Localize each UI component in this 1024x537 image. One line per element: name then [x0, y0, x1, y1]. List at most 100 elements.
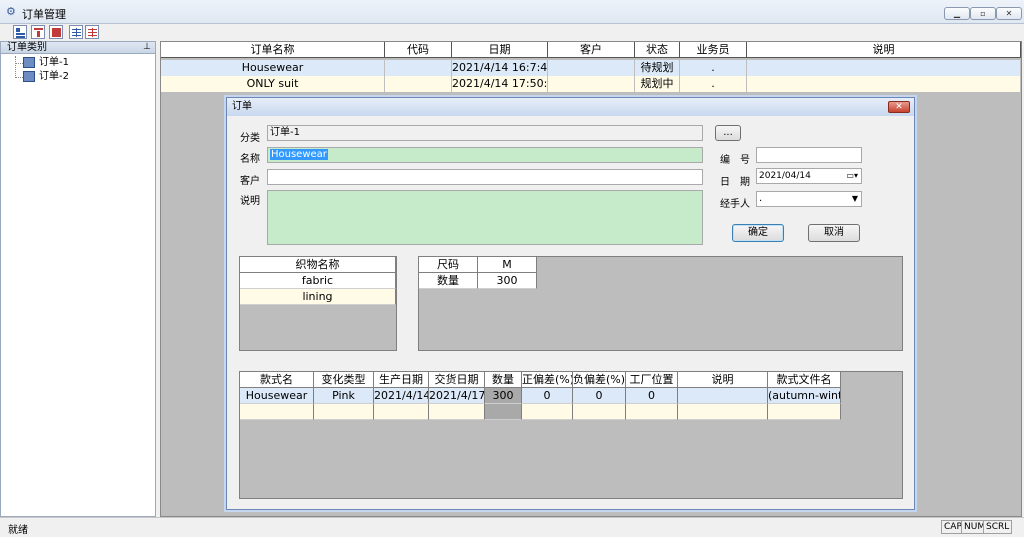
cell-status: 待规划 — [635, 60, 680, 76]
order-grid-header: 订单名称 代码 日期 客户 状态 业务员 说明 — [161, 42, 1021, 58]
report-icon[interactable] — [85, 25, 99, 39]
category-panel-header: 订单类别 ⊥ — [0, 41, 156, 54]
col-factory-location[interactable]: 工厂位置 — [626, 372, 678, 388]
col-style-name[interactable]: 款式名 — [240, 372, 314, 388]
date-value: 2021/04/14 — [759, 171, 811, 181]
col-quantity[interactable]: 数量 — [485, 372, 522, 388]
col-status[interactable]: 状态 — [635, 42, 680, 58]
cell-customer — [548, 76, 635, 92]
cell-salesman: . — [680, 76, 747, 92]
col-date[interactable]: 日期 — [452, 42, 548, 58]
col-variation-type[interactable]: 变化类型 — [314, 372, 374, 388]
size-grid: 尺码 M 数量 300 — [418, 256, 903, 351]
col-negative-tolerance[interactable]: 负偏差(%) — [573, 372, 626, 388]
folder-icon — [23, 70, 35, 82]
cell-style-name: Housewear — [240, 388, 314, 404]
status-text: 就绪 — [8, 525, 28, 536]
code-input[interactable] — [756, 147, 862, 163]
handler-select[interactable]: . ▼ — [756, 191, 862, 207]
cell-empty — [314, 404, 374, 420]
browse-category-button[interactable]: ... — [715, 125, 741, 141]
customer-input[interactable] — [267, 169, 703, 185]
cell-empty — [768, 404, 841, 420]
col-production-date[interactable]: 生产日期 — [374, 372, 429, 388]
grid-view-icon[interactable] — [69, 25, 83, 39]
name-input[interactable]: Housewear — [267, 147, 703, 163]
description-input[interactable] — [267, 190, 703, 245]
col-description[interactable]: 说明 — [747, 42, 1021, 58]
name-label: 名称 — [240, 154, 260, 165]
cell-variation-type: Pink — [314, 388, 374, 404]
tree-connector — [15, 63, 23, 64]
cancel-button[interactable]: 取消 — [808, 224, 860, 242]
col-order-name[interactable]: 订单名称 — [161, 42, 385, 58]
scrl-indicator: SCRL — [983, 520, 1013, 534]
pin-icon[interactable]: ⊥ — [143, 42, 151, 53]
tree-item-order-1[interactable]: 订单-1 — [23, 56, 69, 70]
cell-empty — [485, 404, 522, 420]
delete-category-icon[interactable] — [49, 25, 63, 39]
dialog-close-button[interactable]: ✕ — [888, 101, 910, 113]
table-row[interactable]: 数量 300 — [419, 273, 537, 289]
date-picker[interactable]: 2021/04/14 ▭▾ — [756, 168, 862, 184]
col-customer[interactable]: 客户 — [548, 42, 635, 58]
tree-item-order-2[interactable]: 订单-2 — [23, 70, 69, 84]
cell-fabric: fabric — [240, 273, 396, 289]
calendar-dropdown-icon[interactable]: ▭▾ — [846, 169, 858, 183]
customer-label: 客户 — [240, 176, 260, 187]
table-row[interactable]: Housewear 2021/4/14 16:7:48 待规划 . — [161, 60, 1021, 76]
col-fabric-name[interactable]: 织物名称 — [240, 257, 396, 273]
handler-label: 经手人 — [720, 199, 750, 210]
row-label-quantity: 数量 — [419, 273, 478, 289]
cell-order-name: Housewear — [161, 60, 385, 76]
cell-empty — [240, 404, 314, 420]
col-size-m[interactable]: M — [478, 257, 537, 273]
col-delivery-date[interactable]: 交货日期 — [429, 372, 485, 388]
table-row[interactable]: lining — [240, 289, 396, 305]
fabric-grid-header: 织物名称 — [240, 257, 396, 273]
table-row[interactable]: ONLY suit 2021/4/14 17:50:18 规划中 . — [161, 76, 1021, 92]
close-window-button[interactable]: ✕ — [996, 7, 1022, 20]
table-row[interactable]: fabric — [240, 273, 396, 289]
cell-production-date: 2021/4/14 — [374, 388, 429, 404]
tree-connector — [15, 77, 23, 78]
order-dialog: 订单 ✕ 分类 订单-1 ... 名称 Housewear 客户 说明 编 号 … — [226, 97, 915, 510]
cell-status: 规划中 — [635, 76, 680, 92]
cell-quantity: 300 — [485, 388, 522, 404]
handler-value: . — [759, 193, 763, 204]
table-row[interactable]: Housewear Pink 2021/4/14 2021/4/17 300 0… — [240, 388, 841, 404]
col-code[interactable]: 代码 — [385, 42, 452, 58]
cell-date: 2021/4/14 16:7:48 — [452, 60, 548, 76]
category-label: 分类 — [240, 133, 260, 144]
cell-order-name: ONLY suit — [161, 76, 385, 92]
restore-button[interactable]: ▫ — [970, 7, 996, 20]
dialog-title: 订单 — [232, 101, 252, 112]
table-row[interactable] — [240, 404, 841, 420]
cell-description — [747, 76, 1021, 92]
col-salesman[interactable]: 业务员 — [680, 42, 747, 58]
new-category-icon[interactable] — [13, 25, 27, 39]
cell-quantity[interactable]: 300 — [478, 273, 537, 289]
col-size[interactable]: 尺码 — [419, 257, 478, 273]
ok-button[interactable]: 确定 — [732, 224, 784, 242]
cell-salesman: . — [680, 60, 747, 76]
description-label: 说明 — [240, 196, 260, 207]
col-note[interactable]: 说明 — [678, 372, 768, 388]
cell-negative-tolerance: 0 — [573, 388, 626, 404]
cell-note — [678, 388, 768, 404]
style-grid: 款式名 变化类型 生产日期 交货日期 数量 正偏差(%) 负偏差(%) 工厂位置… — [239, 371, 903, 499]
cell-positive-tolerance: 0 — [522, 388, 573, 404]
cell-date: 2021/4/14 17:50:18 — [452, 76, 548, 92]
title-bar: ⚙ 订单管理 ▁ ▫ ✕ — [0, 0, 1024, 24]
minimize-button[interactable]: ▁ — [944, 7, 970, 20]
chevron-down-icon[interactable]: ▼ — [852, 192, 858, 206]
cell-description — [747, 60, 1021, 76]
col-style-file[interactable]: 款式文件名 — [768, 372, 841, 388]
status-bar: 就绪 CAP NUM SCRL — [0, 517, 1024, 537]
edit-category-icon[interactable] — [31, 25, 45, 39]
cell-customer — [548, 60, 635, 76]
col-positive-tolerance[interactable]: 正偏差(%) — [522, 372, 573, 388]
cell-style-file: (autumn-winter) — [768, 388, 841, 404]
cell-delivery-date: 2021/4/17 — [429, 388, 485, 404]
cell-code — [385, 60, 452, 76]
